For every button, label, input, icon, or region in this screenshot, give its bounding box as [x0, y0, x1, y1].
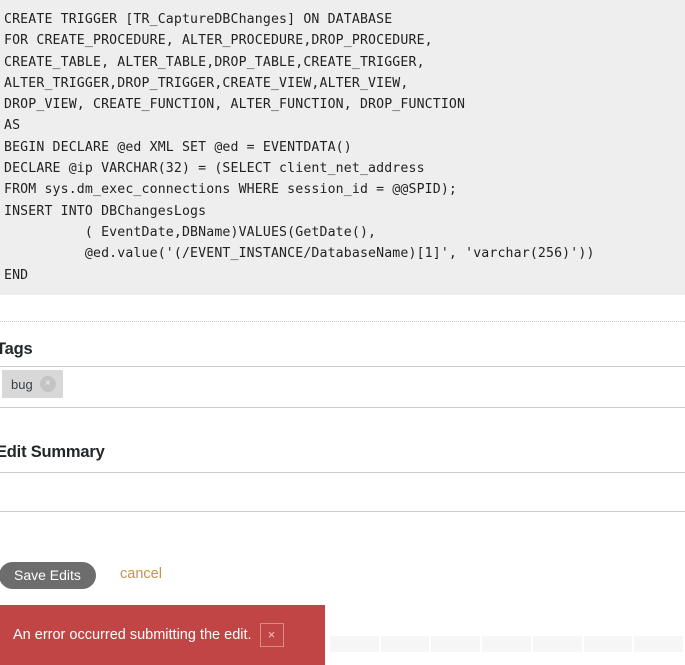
table-cell [482, 636, 533, 652]
table-cell [634, 636, 685, 652]
section-divider [0, 321, 685, 322]
code-block-content: CREATE TRIGGER [TR_CaptureDBChanges] ON … [4, 12, 595, 283]
tags-section-label: Tags [0, 340, 33, 358]
edit-summary-field[interactable] [0, 472, 685, 512]
error-close-icon[interactable]: × [259, 623, 284, 647]
tags-input[interactable]: bug × [0, 366, 685, 408]
tag-chip[interactable]: bug × [2, 370, 63, 398]
table-cell [431, 636, 483, 652]
table-cell [583, 636, 635, 652]
edit-summary-label: Edit Summary [0, 443, 105, 461]
cancel-link[interactable]: cancel [120, 566, 162, 582]
error-message: An error occurred submitting the edit. [13, 627, 252, 643]
table-cell [380, 636, 432, 652]
edit-summary-input[interactable] [0, 473, 685, 511]
table-cell [532, 636, 584, 652]
error-banner: An error occurred submitting the edit. × [0, 605, 325, 665]
tag-label: bug [11, 376, 33, 392]
bottom-table-row [330, 636, 685, 652]
table-cell [330, 636, 381, 652]
code-block: CREATE TRIGGER [TR_CaptureDBChanges] ON … [0, 0, 685, 295]
save-edits-button[interactable]: Save Edits [0, 562, 96, 589]
tag-remove-icon[interactable]: × [39, 376, 56, 392]
